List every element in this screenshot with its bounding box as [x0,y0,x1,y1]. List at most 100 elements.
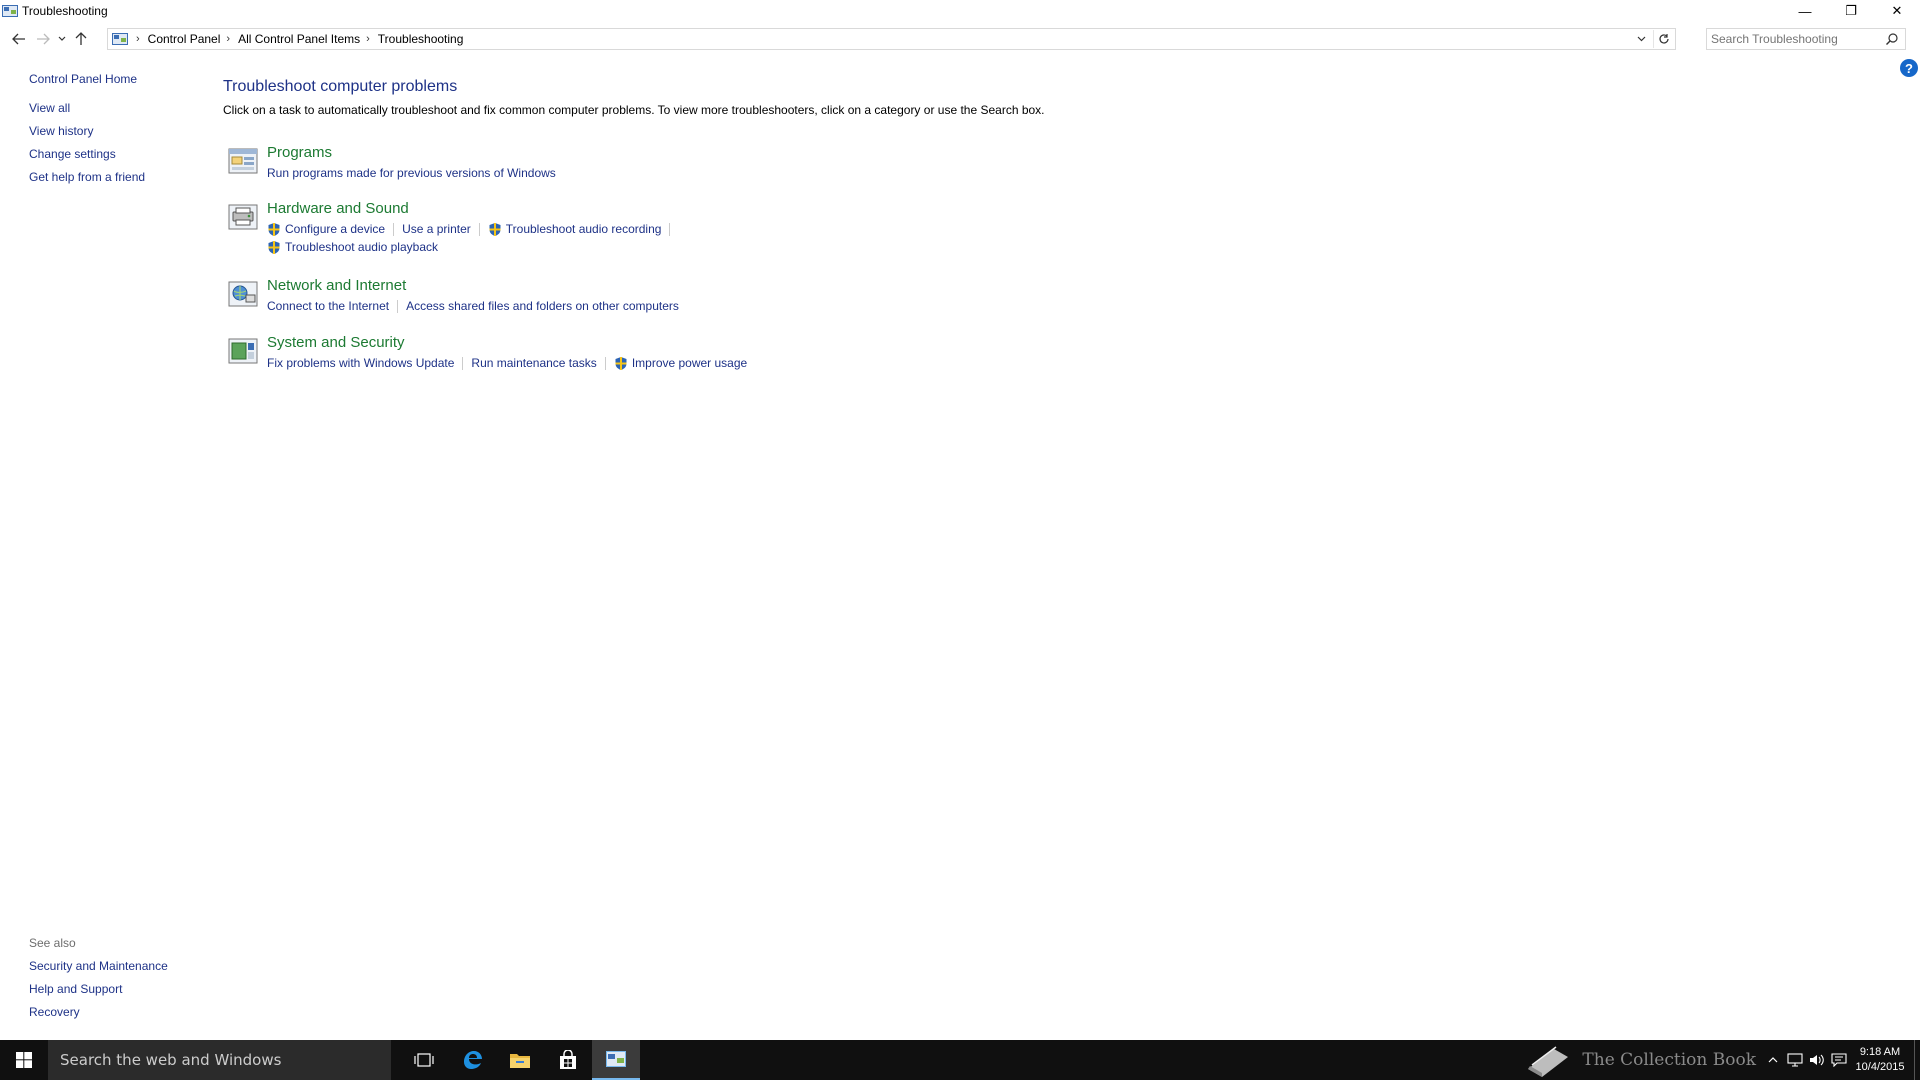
category-programs: Programs Run programs made for previous … [223,144,1623,200]
task-label: Troubleshoot audio recording [505,222,662,236]
chevron-down-icon [1637,36,1645,42]
left-pane: Control Panel Home View all View history… [29,72,199,193]
task-label: Configure a device [285,222,386,236]
book-icon [1528,1046,1569,1077]
view-history-link[interactable]: View history [29,124,199,147]
recent-locations-button[interactable] [55,27,69,51]
programs-category-link[interactable]: Programs [267,144,332,164]
address-history-button[interactable] [1633,31,1649,47]
arrow-up-icon [75,32,87,45]
main-content: Troubleshoot computer problems Click on … [223,78,1623,384]
search-input[interactable] [1711,32,1881,46]
breadcrumb-all-items[interactable]: All Control Panel Items [238,32,360,46]
run-maintenance-tasks-link[interactable]: Run maintenance tasks [471,356,596,370]
category-system-security: System and Security Fix problems with Wi… [223,334,1623,384]
file-explorer-button[interactable] [496,1040,544,1080]
task-row: Connect to the Internet Access shared fi… [267,297,1623,315]
volume-tray-button[interactable] [1806,1040,1828,1080]
question-mark-icon: ? [1905,60,1913,76]
action-center-tray-button[interactable] [1828,1040,1850,1080]
restore-icon: ❐ [1845,3,1857,18]
up-button[interactable] [69,27,93,51]
show-desktop-button[interactable] [1914,1040,1920,1080]
window-title: Troubleshooting [22,4,108,18]
troubleshoot-audio-recording-link[interactable]: Troubleshoot audio recording [488,222,662,237]
task-label: Use a printer [402,222,471,236]
breadcrumb-control-panel[interactable]: Control Panel [148,32,221,46]
security-maintenance-link[interactable]: Security and Maintenance [29,959,229,982]
programs-icon[interactable] [228,147,258,175]
page-description: Click on a task to automatically trouble… [223,103,1045,117]
start-button[interactable] [0,1040,48,1080]
category-network-internet: Network and Internet Connect to the Inte… [223,277,1623,334]
network-icon [1787,1053,1803,1067]
store-bag-icon [560,1050,576,1069]
control-panel-home-link[interactable]: Control Panel Home [29,72,199,86]
page-title: Troubleshoot computer problems [223,78,458,95]
control-panel-icon [606,1051,626,1067]
get-help-from-friend-link[interactable]: Get help from a friend [29,170,199,193]
task-label: Run programs made for previous versions … [267,166,556,180]
clock[interactable]: 9:18 AM 10/4/2015 [1850,1045,1910,1075]
minimize-button[interactable]: — [1782,0,1828,22]
run-older-programs-link[interactable]: Run programs made for previous versions … [267,166,556,180]
configure-device-link[interactable]: Configure a device [267,222,385,237]
taskbar-search-box[interactable]: Search the web and Windows [48,1040,391,1080]
breadcrumb-separator-icon[interactable]: › [136,33,140,45]
task-row: Run programs made for previous versions … [267,164,1623,182]
clock-date: 10/4/2015 [1855,1061,1905,1073]
close-button[interactable]: ✕ [1874,0,1920,22]
view-all-link[interactable]: View all [29,101,199,124]
network-tray-button[interactable] [1784,1040,1806,1080]
task-row: Configure a device Use a printer Trouble… [267,220,1623,238]
task-separator [462,356,464,370]
task-row: Fix problems with Windows Update Run mai… [267,354,1623,372]
help-support-link[interactable]: Help and Support [29,982,229,1005]
breadcrumb-troubleshooting[interactable]: Troubleshooting [378,32,464,46]
edge-browser-button[interactable] [448,1040,496,1080]
store-button[interactable] [544,1040,592,1080]
help-button[interactable]: ? [1900,59,1918,77]
fix-windows-update-link[interactable]: Fix problems with Windows Update [267,356,454,370]
network-internet-category-link[interactable]: Network and Internet [267,277,406,297]
notification-icon [1831,1053,1847,1067]
search-icon[interactable] [1885,32,1899,46]
use-printer-link[interactable]: Use a printer [402,222,471,236]
restore-button[interactable]: ❐ [1828,0,1874,22]
back-button[interactable] [7,27,31,51]
refresh-button[interactable] [1653,30,1673,48]
control-panel-location-icon [112,33,128,45]
system-security-icon[interactable] [228,337,258,365]
minimize-icon: — [1798,3,1812,19]
troubleshoot-audio-playback-link[interactable]: Troubleshoot audio playback [267,240,438,255]
access-shared-files-link[interactable]: Access shared files and folders on other… [406,299,679,313]
connect-internet-link[interactable]: Connect to the Internet [267,299,389,313]
chevron-down-icon [58,36,66,41]
edge-icon [464,1051,482,1069]
task-view-icon [414,1053,434,1067]
forward-button[interactable] [31,27,55,51]
recovery-link[interactable]: Recovery [29,1005,229,1028]
shield-icon [268,222,280,236]
hardware-sound-icon[interactable] [228,203,258,231]
task-row: Troubleshoot audio playback [267,238,1623,256]
hardware-sound-category-link[interactable]: Hardware and Sound [267,200,409,220]
task-separator [669,222,671,236]
arrow-left-icon [12,33,25,45]
taskbar: Search the web and Windows The Collectio… [0,1040,1920,1080]
network-internet-icon[interactable] [228,280,258,308]
improve-power-usage-link[interactable]: Improve power usage [614,356,747,371]
system-security-category-link[interactable]: System and Security [267,334,405,354]
search-box[interactable] [1706,28,1906,50]
show-hidden-icons-button[interactable] [1762,1040,1784,1080]
refresh-icon [1658,34,1669,44]
task-label: Access shared files and folders on other… [406,299,679,313]
task-view-button[interactable] [400,1040,448,1080]
control-panel-taskbar-button[interactable] [592,1040,640,1080]
window-controls: — ❐ ✕ [1782,0,1920,22]
task-label: Run maintenance tasks [471,356,597,370]
breadcrumb-separator-icon[interactable]: › [226,33,230,45]
breadcrumb-separator-icon[interactable]: › [366,33,370,45]
change-settings-link[interactable]: Change settings [29,147,199,170]
address-bar[interactable]: › Control Panel › All Control Panel Item… [107,28,1676,50]
